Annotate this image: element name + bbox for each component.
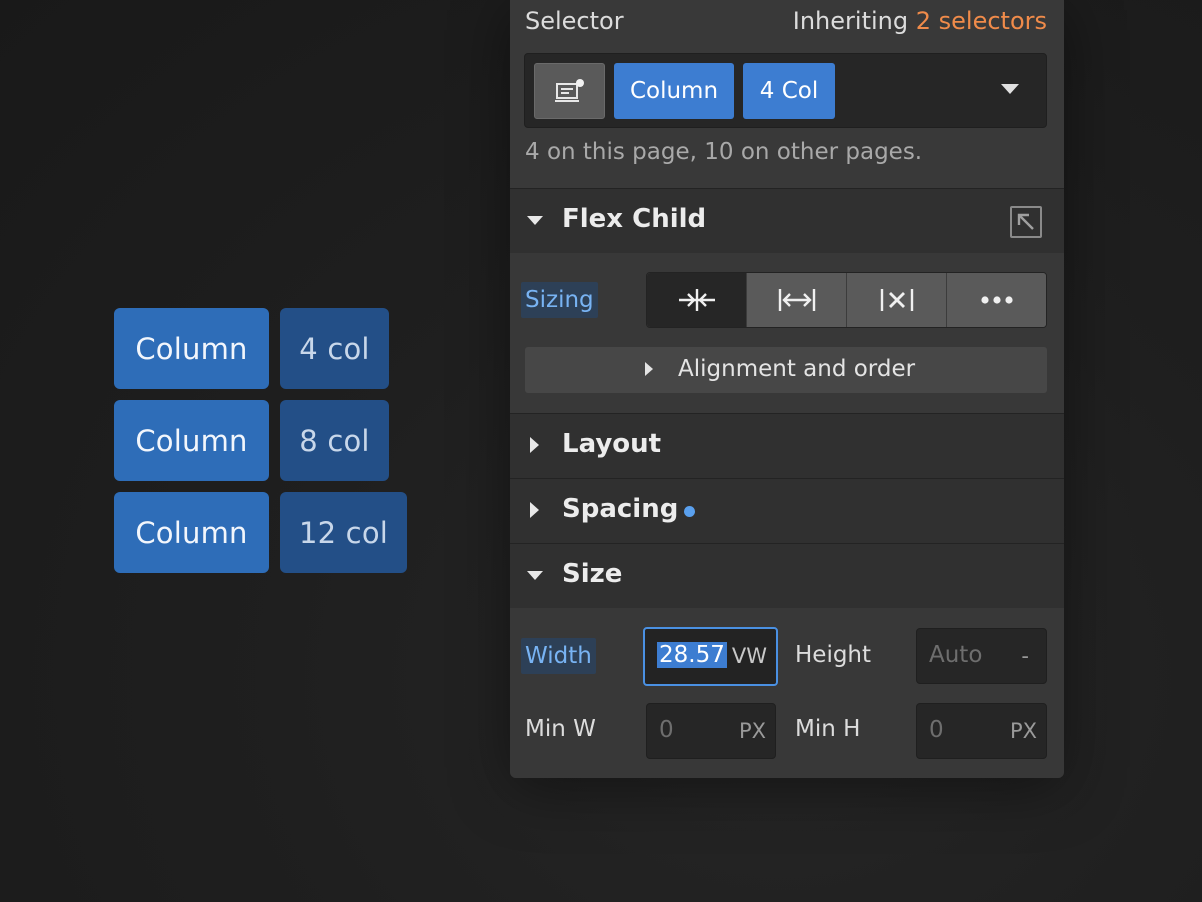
selector-chip-4col[interactable]: 4 Col — [743, 63, 835, 119]
section-header-size[interactable]: Size — [510, 543, 1064, 608]
preview-row: Column 12 col — [114, 492, 407, 573]
width-unit[interactable]: VW — [732, 644, 767, 668]
width-input[interactable]: 28.57 VW — [643, 627, 778, 686]
element-icon[interactable] — [534, 63, 605, 119]
open-parent-icon[interactable] — [1010, 206, 1042, 238]
selector-title: Selector — [525, 7, 624, 35]
sizing-shrink-button[interactable] — [647, 273, 746, 327]
caret-down-icon — [527, 571, 543, 580]
height-label[interactable]: Height — [795, 642, 871, 668]
min-height-input[interactable]: 0 PX — [916, 703, 1047, 759]
sizing-none-button[interactable] — [846, 273, 946, 327]
sizing-grow-button[interactable] — [746, 273, 846, 327]
modified-indicator-dot — [684, 506, 695, 517]
inheriting-selectors-link[interactable]: 2 selectors — [916, 7, 1047, 35]
preview-column[interactable]: Column — [114, 308, 269, 389]
style-panel: Selector Inheriting 2 selectors Column 4… — [510, 0, 1064, 778]
min-height-unit[interactable]: PX — [1010, 719, 1037, 743]
alignment-and-order-toggle[interactable]: Alignment and order — [525, 347, 1047, 393]
section-header-layout[interactable]: Layout — [510, 413, 1064, 478]
section-title: Layout — [562, 429, 662, 459]
section-title: Flex Child — [562, 204, 707, 234]
none-icon — [880, 289, 913, 311]
preview-row: Column 8 col — [114, 400, 389, 481]
section-title: Size — [562, 559, 623, 589]
height-unit[interactable]: - — [1021, 644, 1029, 668]
alignment-label: Alignment and order — [678, 356, 916, 382]
height-input[interactable]: Auto - — [916, 628, 1047, 684]
grow-icon — [778, 289, 815, 311]
caret-right-icon — [645, 362, 653, 376]
section-header-flex-child[interactable]: Flex Child — [510, 188, 1064, 253]
sizing-label[interactable]: Sizing — [521, 282, 598, 318]
min-height-label[interactable]: Min H — [795, 716, 860, 742]
min-width-placeholder: 0 — [659, 717, 674, 743]
width-value[interactable]: 28.57 — [657, 642, 727, 668]
min-width-input[interactable]: 0 PX — [646, 703, 776, 759]
section-title: Spacing — [562, 494, 679, 524]
height-placeholder: Auto — [929, 642, 983, 668]
selector-chip-column[interactable]: Column — [614, 63, 734, 119]
min-width-unit[interactable]: PX — [739, 719, 766, 743]
sizing-options — [646, 272, 1047, 328]
preview-column[interactable]: Column — [114, 492, 269, 573]
selector-field[interactable]: Column 4 Col — [524, 53, 1047, 128]
selector-area: Selector Inheriting 2 selectors Column 4… — [510, 0, 1064, 188]
section-header-spacing[interactable]: Spacing — [510, 478, 1064, 543]
caret-right-icon — [530, 502, 539, 518]
shrink-icon — [678, 289, 715, 311]
min-width-label[interactable]: Min W — [525, 716, 596, 742]
preview-span[interactable]: 12 col — [280, 492, 407, 573]
preview-row: Column 4 col — [114, 308, 389, 389]
inheriting-info: Inheriting 2 selectors — [793, 7, 1047, 35]
chevron-down-icon[interactable] — [1001, 84, 1019, 94]
caret-right-icon — [530, 437, 539, 453]
caret-down-icon — [527, 216, 543, 225]
sizing-more-button[interactable] — [946, 273, 1046, 327]
preview-column[interactable]: Column — [114, 400, 269, 481]
more-icon — [980, 296, 1013, 304]
min-height-placeholder: 0 — [929, 717, 944, 743]
preview-span[interactable]: 8 col — [280, 400, 389, 481]
selector-usage-count: 4 on this page, 10 on other pages. — [525, 139, 923, 165]
inheriting-prefix: Inheriting — [792, 7, 909, 35]
width-label[interactable]: Width — [521, 638, 596, 674]
preview-span[interactable]: 4 col — [280, 308, 389, 389]
